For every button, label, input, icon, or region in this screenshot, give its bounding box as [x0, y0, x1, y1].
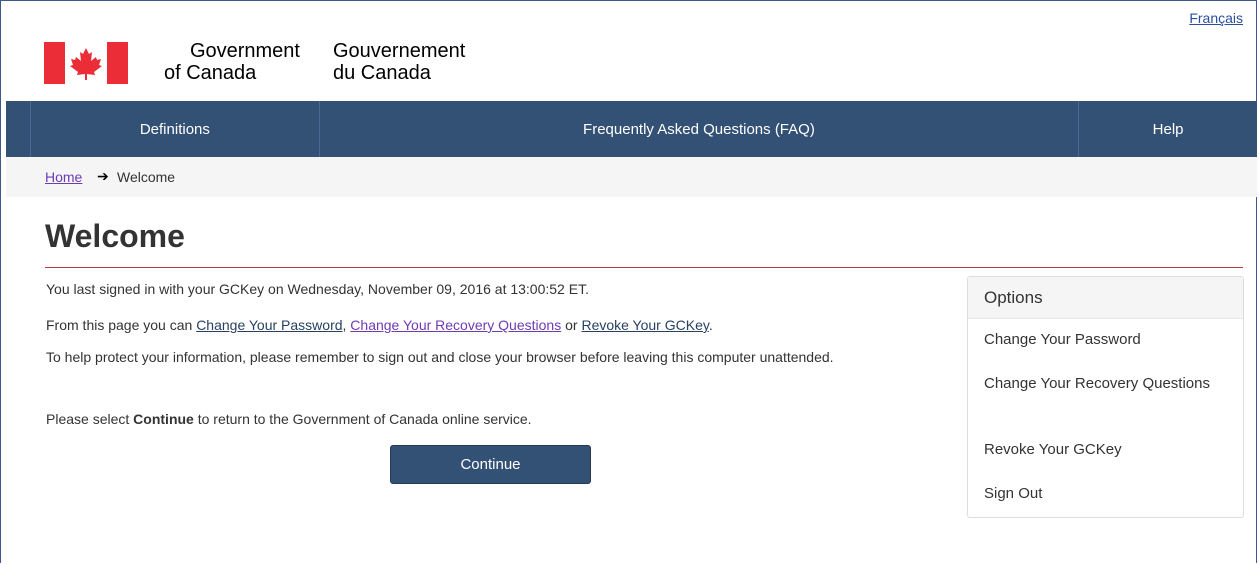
page-title: Welcome — [45, 218, 185, 254]
arrow-right-icon: ➔ — [97, 168, 109, 184]
option-revoke-gckey[interactable]: Revoke Your GCKey — [984, 439, 1224, 461]
select-continue-text: Please select Continue to return to the … — [46, 410, 532, 428]
intro-prefix: From this page you can — [46, 317, 197, 333]
intro-period: . — [708, 317, 713, 333]
option-change-password[interactable]: Change Your Password — [984, 329, 1224, 351]
protect-info-text: To help protect your information, please… — [46, 349, 834, 365]
intro-or: or — [561, 317, 582, 333]
select-prefix: Please select — [46, 411, 134, 427]
breadcrumb: Home ➔ Welcome — [6, 157, 1257, 197]
option-sign-out[interactable]: Sign Out — [984, 483, 1224, 505]
menu-item-definitions[interactable]: Definitions — [31, 101, 320, 157]
change-password-link[interactable]: Change Your Password — [196, 317, 342, 333]
options-panel: Options Change Your Password Change Your… — [967, 276, 1244, 518]
change-recovery-questions-link[interactable]: Change Your Recovery Questions — [350, 317, 561, 333]
signature-english: Government of Canada — [164, 40, 300, 84]
breadcrumb-current: Welcome — [117, 169, 176, 185]
signature-fr-line2: du Canada — [333, 62, 431, 84]
signature-french: Gouvernement du Canada — [333, 40, 465, 84]
options-intro-text: From this page you can Change Your Passw… — [46, 316, 713, 334]
continue-button[interactable]: Continue — [390, 445, 591, 484]
menu-item-faq[interactable]: Frequently Asked Questions (FAQ) — [320, 101, 1080, 157]
menu-item-help[interactable]: Help — [1079, 101, 1257, 157]
title-divider — [45, 267, 1243, 268]
language-toggle-link[interactable]: Français — [1189, 10, 1243, 26]
options-heading: Options — [968, 277, 1243, 319]
signature-en-line1: Government — [189, 40, 300, 62]
menu-spacer — [6, 101, 31, 157]
select-bold: Continue — [133, 411, 194, 427]
last-signed-in-text: You last signed in with your GCKey on We… — [46, 281, 589, 297]
revoke-gckey-link[interactable]: Revoke Your GCKey — [581, 317, 708, 333]
main-menu: Definitions Frequently Asked Questions (… — [6, 101, 1257, 157]
option-change-recovery-questions[interactable]: Change Your Recovery Questions — [984, 373, 1224, 395]
select-suffix: to return to the Government of Canada on… — [193, 411, 532, 427]
signature-en-line2: of Canada — [164, 62, 257, 84]
signature-fr-line1: Gouvernement — [333, 40, 466, 62]
breadcrumb-home-link[interactable]: Home — [45, 169, 82, 185]
canada-flag-logo — [44, 42, 128, 84]
